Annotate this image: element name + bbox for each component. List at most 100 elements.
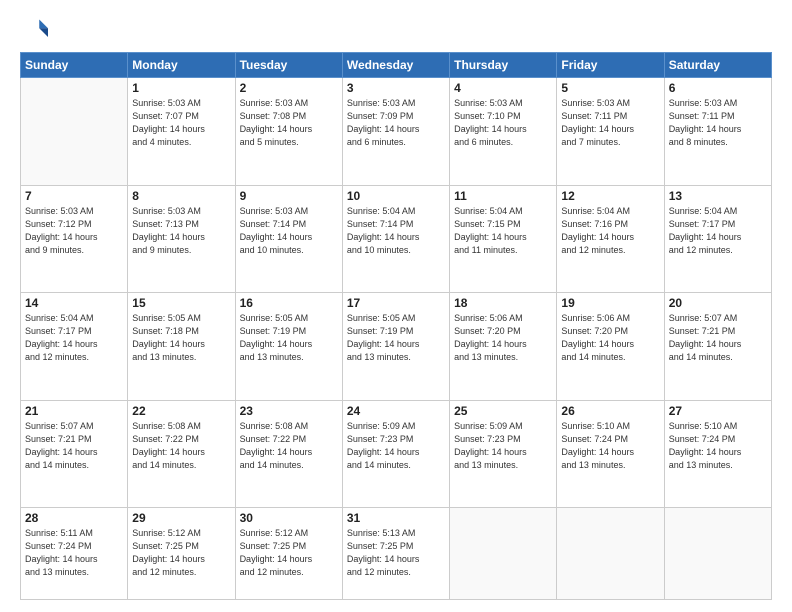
day-info: Sunrise: 5:03 AM Sunset: 7:09 PM Dayligh… xyxy=(347,97,445,149)
day-cell: 5Sunrise: 5:03 AM Sunset: 7:11 PM Daylig… xyxy=(557,78,664,186)
day-info: Sunrise: 5:03 AM Sunset: 7:07 PM Dayligh… xyxy=(132,97,230,149)
day-cell: 31 Sunrise: 5:13 AM Sunset: 7:25 PM Dayli… xyxy=(342,508,449,600)
day-number: 10 xyxy=(347,189,445,203)
day-header-tuesday: Tuesday xyxy=(235,53,342,78)
day-info: Sunrise: 5:12 AM Sunset: 7:25 PM Dayligh… xyxy=(240,527,338,579)
day-number: 16 xyxy=(240,296,338,310)
day-number: 20 xyxy=(669,296,767,310)
day-cell: 10 Sunrise: 5:04 AM Sunset: 7:14 PM Dayli… xyxy=(342,185,449,293)
day-number: 21 xyxy=(25,404,123,418)
day-number: 6 xyxy=(669,81,767,95)
day-info: Sunrise: 5:04 AM Sunset: 7:17 PM Dayligh… xyxy=(669,205,767,257)
day-cell: 11 Sunrise: 5:04 AM Sunset: 7:15 PM Dayli… xyxy=(450,185,557,293)
day-cell: 14Sunrise: 5:04 AM Sunset: 7:17 PM Dayli… xyxy=(21,293,128,401)
day-number: 29 xyxy=(132,511,230,525)
day-cell: 6 Sunrise: 5:03 AM Sunset: 7:11 PM Daylig… xyxy=(664,78,771,186)
day-info: Sunrise: 5:05 AM Sunset: 7:19 PM Dayligh… xyxy=(347,312,445,364)
day-cell: 9Sunrise: 5:03 AM Sunset: 7:14 PM Daylig… xyxy=(235,185,342,293)
day-cell: 15 Sunrise: 5:05 AM Sunset: 7:18 PM Dayli… xyxy=(128,293,235,401)
day-number: 24 xyxy=(347,404,445,418)
day-cell: 2Sunrise: 5:03 AM Sunset: 7:08 PM Daylig… xyxy=(235,78,342,186)
day-number: 8 xyxy=(132,189,230,203)
day-number: 19 xyxy=(561,296,659,310)
day-number: 2 xyxy=(240,81,338,95)
day-number: 26 xyxy=(561,404,659,418)
logo-icon xyxy=(20,16,48,44)
day-number: 9 xyxy=(240,189,338,203)
day-number: 25 xyxy=(454,404,552,418)
day-header-sunday: Sunday xyxy=(21,53,128,78)
day-cell: 13Sunrise: 5:04 AM Sunset: 7:17 PM Dayli… xyxy=(664,185,771,293)
day-info: Sunrise: 5:04 AM Sunset: 7:17 PM Dayligh… xyxy=(25,312,123,364)
day-cell: 21 Sunrise: 5:07 AM Sunset: 7:21 PM Dayli… xyxy=(21,400,128,508)
day-number: 5 xyxy=(561,81,659,95)
day-info: Sunrise: 5:12 AM Sunset: 7:25 PM Dayligh… xyxy=(132,527,230,579)
day-info: Sunrise: 5:03 AM Sunset: 7:12 PM Dayligh… xyxy=(25,205,123,257)
day-cell: 28 Sunrise: 5:11 AM Sunset: 7:24 PM Dayli… xyxy=(21,508,128,600)
day-info: Sunrise: 5:04 AM Sunset: 7:16 PM Dayligh… xyxy=(561,205,659,257)
day-cell: 16 Sunrise: 5:05 AM Sunset: 7:19 PM Dayli… xyxy=(235,293,342,401)
day-header-thursday: Thursday xyxy=(450,53,557,78)
day-number: 28 xyxy=(25,511,123,525)
day-cell: 25 Sunrise: 5:09 AM Sunset: 7:23 PM Dayli… xyxy=(450,400,557,508)
day-cell: 22 Sunrise: 5:08 AM Sunset: 7:22 PM Dayli… xyxy=(128,400,235,508)
day-number: 23 xyxy=(240,404,338,418)
day-cell: 27Sunrise: 5:10 AM Sunset: 7:24 PM Dayli… xyxy=(664,400,771,508)
day-info: Sunrise: 5:06 AM Sunset: 7:20 PM Dayligh… xyxy=(454,312,552,364)
day-number: 30 xyxy=(240,511,338,525)
week-row-3: 14Sunrise: 5:04 AM Sunset: 7:17 PM Dayli… xyxy=(21,293,772,401)
day-info: Sunrise: 5:09 AM Sunset: 7:23 PM Dayligh… xyxy=(454,420,552,472)
day-number: 22 xyxy=(132,404,230,418)
calendar: SundayMondayTuesdayWednesdayThursdayFrid… xyxy=(20,52,772,600)
day-cell: 18 Sunrise: 5:06 AM Sunset: 7:20 PM Dayli… xyxy=(450,293,557,401)
day-cell: 23 Sunrise: 5:08 AM Sunset: 7:22 PM Dayli… xyxy=(235,400,342,508)
day-info: Sunrise: 5:08 AM Sunset: 7:22 PM Dayligh… xyxy=(132,420,230,472)
day-header-friday: Friday xyxy=(557,53,664,78)
logo xyxy=(20,16,52,44)
day-cell: 29 Sunrise: 5:12 AM Sunset: 7:25 PM Dayli… xyxy=(128,508,235,600)
day-info: Sunrise: 5:03 AM Sunset: 7:11 PM Dayligh… xyxy=(669,97,767,149)
day-number: 17 xyxy=(347,296,445,310)
day-number: 11 xyxy=(454,189,552,203)
week-row-1: 1Sunrise: 5:03 AM Sunset: 7:07 PM Daylig… xyxy=(21,78,772,186)
day-info: Sunrise: 5:04 AM Sunset: 7:14 PM Dayligh… xyxy=(347,205,445,257)
day-info: Sunrise: 5:05 AM Sunset: 7:18 PM Dayligh… xyxy=(132,312,230,364)
day-cell: 30 Sunrise: 5:12 AM Sunset: 7:25 PM Dayli… xyxy=(235,508,342,600)
day-number: 18 xyxy=(454,296,552,310)
page: SundayMondayTuesdayWednesdayThursdayFrid… xyxy=(0,0,792,612)
day-info: Sunrise: 5:09 AM Sunset: 7:23 PM Dayligh… xyxy=(347,420,445,472)
day-info: Sunrise: 5:03 AM Sunset: 7:10 PM Dayligh… xyxy=(454,97,552,149)
day-number: 3 xyxy=(347,81,445,95)
day-cell: 3 Sunrise: 5:03 AM Sunset: 7:09 PM Daylig… xyxy=(342,78,449,186)
day-info: Sunrise: 5:08 AM Sunset: 7:22 PM Dayligh… xyxy=(240,420,338,472)
day-cell: 26 Sunrise: 5:10 AM Sunset: 7:24 PM Dayli… xyxy=(557,400,664,508)
week-row-5: 28 Sunrise: 5:11 AM Sunset: 7:24 PM Dayli… xyxy=(21,508,772,600)
day-number: 31 xyxy=(347,511,445,525)
day-number: 4 xyxy=(454,81,552,95)
day-info: Sunrise: 5:10 AM Sunset: 7:24 PM Dayligh… xyxy=(561,420,659,472)
day-cell xyxy=(664,508,771,600)
day-cell: 20 Sunrise: 5:07 AM Sunset: 7:21 PM Dayli… xyxy=(664,293,771,401)
day-number: 12 xyxy=(561,189,659,203)
day-cell xyxy=(450,508,557,600)
week-row-4: 21 Sunrise: 5:07 AM Sunset: 7:21 PM Dayli… xyxy=(21,400,772,508)
day-number: 27 xyxy=(669,404,767,418)
day-info: Sunrise: 5:11 AM Sunset: 7:24 PM Dayligh… xyxy=(25,527,123,579)
day-header-monday: Monday xyxy=(128,53,235,78)
day-cell: 4 Sunrise: 5:03 AM Sunset: 7:10 PM Daylig… xyxy=(450,78,557,186)
day-cell: 24 Sunrise: 5:09 AM Sunset: 7:23 PM Dayli… xyxy=(342,400,449,508)
week-row-2: 7Sunrise: 5:03 AM Sunset: 7:12 PM Daylig… xyxy=(21,185,772,293)
day-cell: 8Sunrise: 5:03 AM Sunset: 7:13 PM Daylig… xyxy=(128,185,235,293)
day-cell: 17 Sunrise: 5:05 AM Sunset: 7:19 PM Dayli… xyxy=(342,293,449,401)
day-info: Sunrise: 5:07 AM Sunset: 7:21 PM Dayligh… xyxy=(25,420,123,472)
day-cell xyxy=(557,508,664,600)
day-number: 15 xyxy=(132,296,230,310)
day-info: Sunrise: 5:06 AM Sunset: 7:20 PM Dayligh… xyxy=(561,312,659,364)
day-cell: 7Sunrise: 5:03 AM Sunset: 7:12 PM Daylig… xyxy=(21,185,128,293)
day-info: Sunrise: 5:13 AM Sunset: 7:25 PM Dayligh… xyxy=(347,527,445,579)
day-info: Sunrise: 5:07 AM Sunset: 7:21 PM Dayligh… xyxy=(669,312,767,364)
day-info: Sunrise: 5:04 AM Sunset: 7:15 PM Dayligh… xyxy=(454,205,552,257)
day-header-wednesday: Wednesday xyxy=(342,53,449,78)
day-info: Sunrise: 5:05 AM Sunset: 7:19 PM Dayligh… xyxy=(240,312,338,364)
day-header-saturday: Saturday xyxy=(664,53,771,78)
